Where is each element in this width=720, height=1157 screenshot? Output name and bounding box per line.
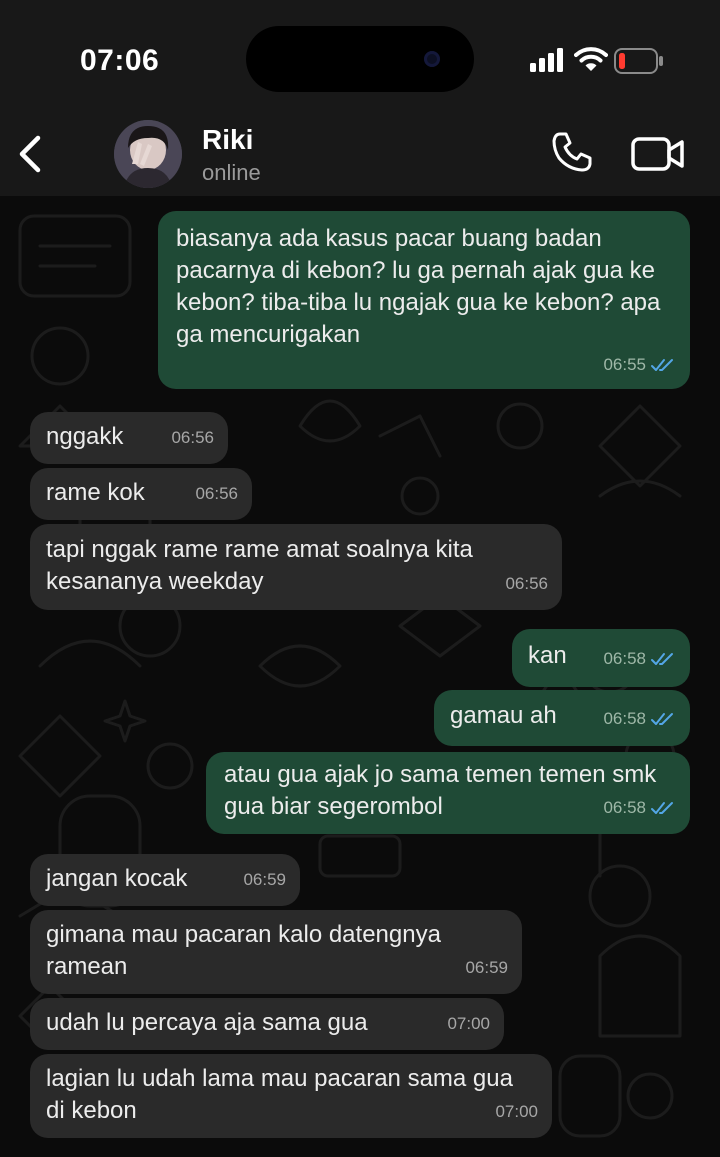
message-meta: 06:59 <box>465 952 508 984</box>
message-time: 07:00 <box>447 1014 490 1033</box>
contact-avatar[interactable] <box>114 120 182 188</box>
message-time: 06:56 <box>195 484 238 503</box>
message-incoming[interactable]: rame kok 06:56 <box>30 468 252 520</box>
double-check-icon <box>651 653 673 665</box>
phone-icon[interactable] <box>550 130 594 174</box>
double-check-icon <box>651 802 673 814</box>
message-incoming[interactable]: lagian lu udah lama mau pacaran sama gua… <box>30 1054 552 1138</box>
message-time: 06:56 <box>171 428 214 447</box>
message-outgoing[interactable]: gamau ah 06:58 <box>434 690 690 746</box>
video-camera-icon[interactable] <box>630 134 686 174</box>
status-bar: 07:06 <box>0 0 720 110</box>
message-incoming[interactable]: gimana mau pacaran kalo datengnya ramean… <box>30 910 522 994</box>
message-time: 06:58 <box>603 649 646 668</box>
message-incoming[interactable]: nggakk 06:56 <box>30 412 228 464</box>
message-time: 06:58 <box>603 709 646 728</box>
battery-low-icon <box>614 48 663 74</box>
front-camera <box>424 51 440 67</box>
message-meta: 06:58 <box>603 792 676 824</box>
message-incoming[interactable]: udah lu percaya aja sama gua 07:00 <box>30 998 504 1050</box>
message-meta: 06:58 <box>603 643 676 675</box>
message-time: 06:58 <box>603 798 646 817</box>
contact-presence: online <box>202 160 261 185</box>
message-time: 06:59 <box>243 870 286 889</box>
chat-header: Riki online <box>0 110 720 196</box>
message-text: udah lu percaya aja sama gua <box>46 1009 368 1036</box>
chat-area[interactable]: biasanya ada kasus pacar buang badan pac… <box>0 196 720 1157</box>
wifi-icon <box>574 47 608 71</box>
message-outgoing[interactable]: kan 06:58 <box>512 629 690 687</box>
message-meta: 06:56 <box>505 568 548 600</box>
message-meta: 06:56 <box>195 478 238 510</box>
message-time: 06:55 <box>603 355 646 374</box>
back-chevron-icon[interactable] <box>14 134 48 174</box>
message-incoming[interactable]: jangan kocak 06:59 <box>30 854 300 906</box>
message-outgoing[interactable]: atau gua ajak jo sama temen temen smk gu… <box>206 752 690 834</box>
message-text: biasanya ada kasus pacar buang badan pac… <box>176 225 661 348</box>
message-time: 06:56 <box>505 574 548 593</box>
contact-name[interactable]: Riki <box>202 124 253 156</box>
message-outgoing[interactable]: biasanya ada kasus pacar buang badan pac… <box>158 211 690 389</box>
dynamic-island <box>246 26 474 92</box>
message-meta: 07:00 <box>447 1008 490 1040</box>
message-time: 06:59 <box>465 958 508 977</box>
message-text: gimana mau pacaran kalo datengnya ramean <box>46 921 441 980</box>
message-meta: 06:58 <box>603 703 676 735</box>
message-meta: 07:00 <box>495 1096 538 1128</box>
signal-icon <box>530 48 563 72</box>
message-text: tapi nggak rame rame amat soalnya kita k… <box>46 536 473 595</box>
status-time: 07:06 <box>80 44 160 77</box>
double-check-icon <box>651 359 673 371</box>
message-time: 07:00 <box>495 1102 538 1121</box>
message-meta: 06:55 <box>603 349 676 381</box>
message-text: lagian lu udah lama mau pacaran sama gua… <box>46 1065 513 1124</box>
message-meta: 06:59 <box>243 864 286 896</box>
double-check-icon <box>651 713 673 725</box>
message-incoming[interactable]: tapi nggak rame rame amat soalnya kita k… <box>30 524 562 610</box>
message-meta: 06:56 <box>171 422 214 454</box>
